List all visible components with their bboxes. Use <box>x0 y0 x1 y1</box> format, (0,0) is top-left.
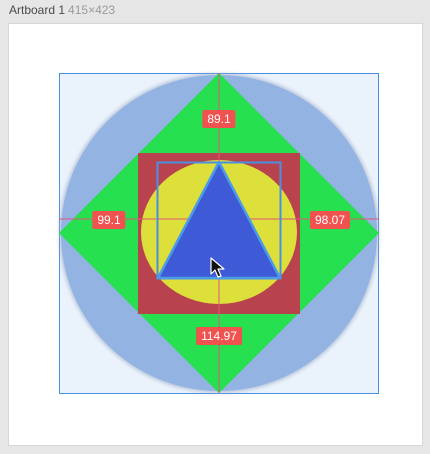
measure-left-label: 99.1 <box>92 211 126 229</box>
canvas <box>59 73 379 393</box>
measure-bottom-label: 114.97 <box>196 327 242 345</box>
measure-right-label: 98.07 <box>309 211 351 229</box>
arrow-cursor-icon <box>210 257 225 278</box>
measure-top-label: 89.1 <box>202 110 236 128</box>
